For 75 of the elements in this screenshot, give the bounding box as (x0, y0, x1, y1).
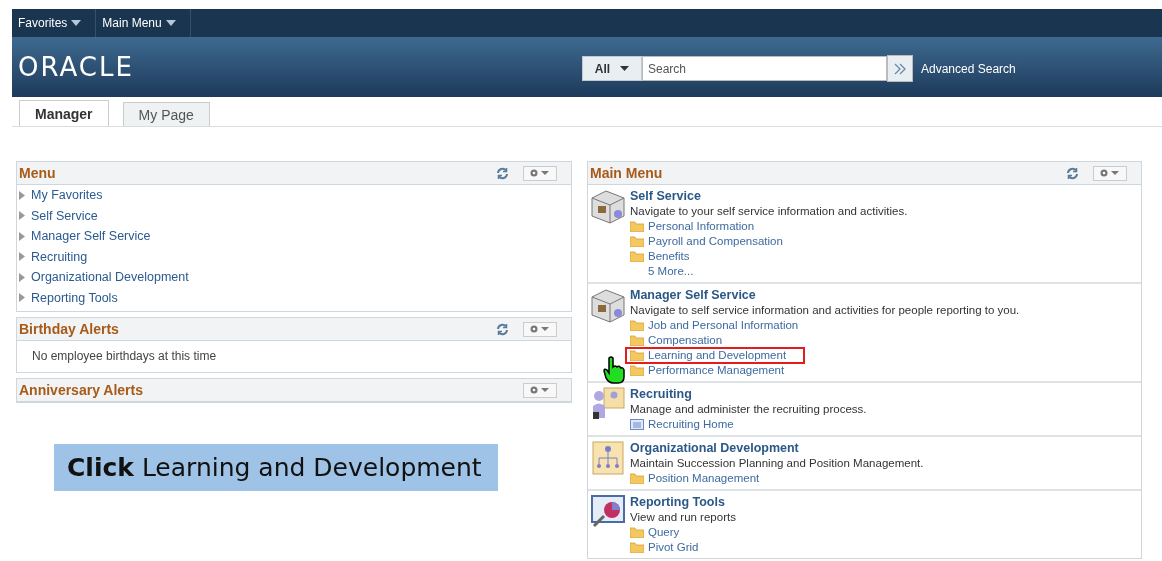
gear-icon (1099, 168, 1121, 178)
menu-link[interactable]: Pivot Grid (630, 540, 717, 555)
section-title-link[interactable]: Recruiting (630, 386, 867, 402)
gear-icon (529, 385, 551, 395)
logo: ORACLE (17, 52, 134, 82)
folder-icon (630, 350, 644, 361)
section-description: Manage and administer the recruiting process. (630, 402, 867, 417)
menu-item[interactable]: My Favorites (19, 185, 571, 206)
list-page-icon (630, 419, 644, 430)
refresh-icon[interactable] (1066, 166, 1079, 180)
settings-dropdown[interactable] (523, 321, 557, 337)
refresh-icon[interactable] (496, 166, 509, 180)
report-chart-icon (590, 494, 626, 530)
menu-link[interactable]: Query (630, 525, 698, 540)
menu-link[interactable]: Recruiting Home (630, 417, 752, 432)
instruction-callout: Click Learning and Development (54, 444, 498, 491)
folder-icon (630, 320, 644, 331)
section-title-link[interactable]: Manager Self Service (630, 287, 1020, 303)
menu-link[interactable]: Performance Management (630, 363, 803, 378)
search-button[interactable] (887, 55, 913, 82)
settings-dropdown[interactable] (523, 382, 557, 398)
empty-message: No employee birthdays at this time (32, 349, 217, 363)
pagelet-title: Main Menu (590, 165, 664, 181)
scope-dropdown[interactable]: All (582, 56, 642, 81)
refresh-icon[interactable] (496, 322, 509, 336)
menu-link[interactable]: Learning and Development (626, 348, 805, 363)
pagelet-title: Birthday Alerts (19, 321, 120, 337)
section-description: Navigate to your self service information and activities. (630, 204, 908, 219)
folder-icon (630, 473, 644, 484)
tab[interactable]: My Page (122, 102, 210, 126)
menu-link[interactable]: Position Management (630, 471, 778, 486)
advanced-search-link[interactable]: Advanced Search (921, 61, 1016, 76)
menu-link[interactable]: Benefits (630, 249, 708, 264)
menu-item[interactable]: Recruiting (19, 246, 571, 267)
expand-arrow-icon (19, 293, 25, 303)
menu-link[interactable]: Payroll and Compensation (630, 234, 801, 249)
folder-icon (630, 542, 644, 553)
menu-item[interactable]: Reporting Tools (19, 287, 571, 308)
menu-link[interactable]: 5 More... (630, 264, 712, 279)
menu-item[interactable]: Organizational Development (19, 267, 571, 288)
double-chevron-icon (894, 62, 906, 75)
folder-icon (630, 251, 644, 262)
section-title-link[interactable]: Organizational Development (630, 440, 924, 456)
menu-link[interactable]: Job and Personal Information (630, 318, 817, 333)
expand-arrow-icon (19, 190, 25, 200)
menu-link[interactable]: Compensation (630, 333, 741, 348)
office-room-icon (590, 287, 626, 323)
settings-dropdown[interactable] (523, 165, 557, 181)
gear-icon (529, 168, 551, 178)
pagelet-title: Menu (19, 165, 57, 181)
org-chart-icon (590, 440, 626, 476)
section-description: Maintain Succession Planning and Position Management. (630, 456, 924, 471)
caret-icon (165, 20, 176, 26)
folder-icon (630, 335, 644, 346)
search-field[interactable]: Search (642, 56, 887, 81)
tab[interactable]: Manager (19, 100, 109, 126)
section-title-link[interactable]: Reporting Tools (630, 494, 736, 510)
office-room-icon (590, 188, 626, 224)
pagelet-title: Anniversary Alerts (19, 382, 144, 398)
people-icon (590, 386, 626, 422)
section-title-link[interactable]: Self Service (630, 188, 908, 204)
section-description: View and run reports (630, 510, 736, 525)
folder-icon (630, 527, 644, 538)
settings-dropdown[interactable] (1093, 165, 1127, 181)
gear-icon (529, 324, 551, 334)
section-description: Navigate to self service information and activities for people reporting to you. (630, 303, 1020, 318)
folder-icon (630, 236, 644, 247)
caret-icon (71, 20, 82, 26)
caret-icon (620, 66, 630, 71)
folder-icon (630, 221, 644, 232)
menu-item[interactable]: Manager Self Service (19, 226, 571, 247)
folder-icon (630, 365, 644, 376)
menu-item[interactable]: Self Service (19, 205, 571, 226)
hand-cursor-icon (603, 356, 625, 384)
menu-link[interactable]: Personal Information (630, 219, 773, 234)
